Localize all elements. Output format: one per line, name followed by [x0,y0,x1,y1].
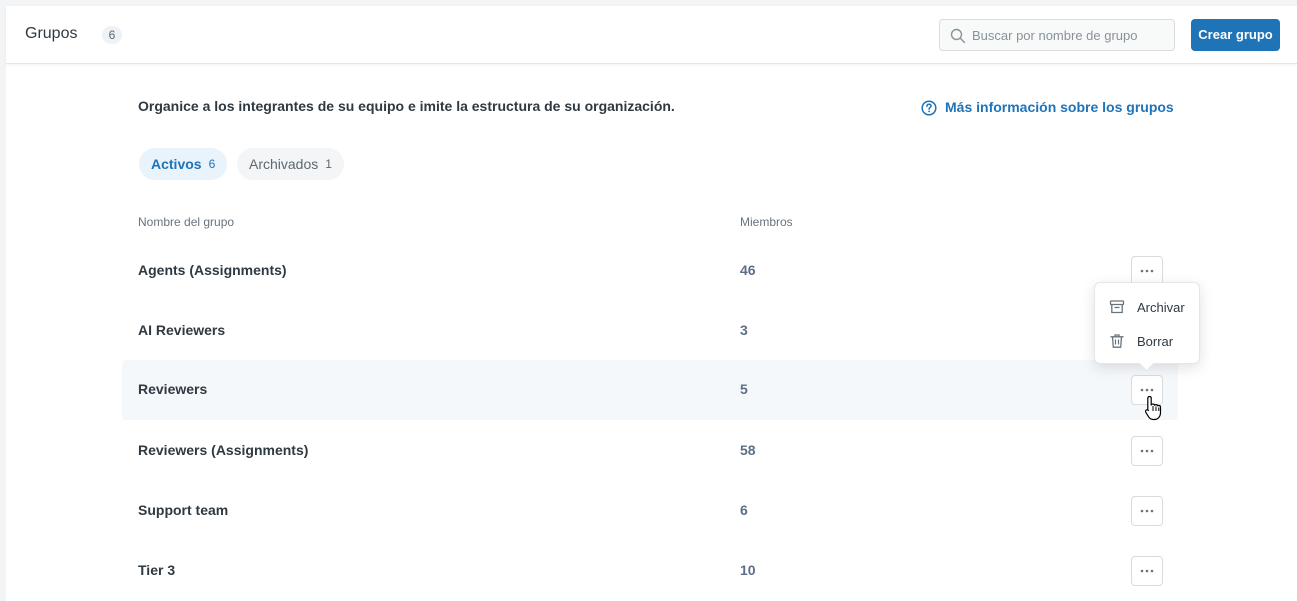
menu-item-delete-label: Borrar [1137,333,1174,349]
member-count: 3 [740,322,748,338]
more-info-link-label: Más información sobre los grupos [945,99,1174,115]
member-count: 6 [740,502,748,518]
more-horizontal-icon [1140,449,1154,453]
group-name[interactable]: AI Reviewers [138,322,225,338]
table-row[interactable]: Support team 6 [122,481,1178,541]
table-row[interactable]: Reviewers (Assignments) 58 [122,421,1178,481]
menu-item-archive[interactable]: Archivar [1109,299,1185,315]
member-count: 46 [740,262,756,278]
group-name[interactable]: Reviewers (Assignments) [138,442,308,458]
hand-cursor-icon [1144,395,1162,421]
create-group-button[interactable]: Crear grupo [1191,19,1280,51]
tab-active-count: 6 [208,157,216,171]
more-horizontal-icon [1140,388,1154,392]
archive-icon [1109,300,1125,314]
column-header-members[interactable]: Miembros [740,215,793,229]
window-left-edge [0,0,6,601]
tab-archived-label: Archivados [249,156,319,172]
group-search[interactable] [939,19,1175,51]
search-icon [950,28,966,44]
row-actions-button[interactable] [1131,556,1163,586]
group-name[interactable]: Reviewers [138,381,207,397]
more-horizontal-icon [1140,509,1154,513]
page-header: Grupos 6 Crear grupo [6,6,1297,64]
member-count: 5 [740,381,748,397]
menu-item-archive-label: Archivar [1137,299,1185,315]
menu-item-delete[interactable]: Borrar [1109,333,1173,349]
row-actions-button[interactable] [1131,496,1163,526]
row-actions-menu: Archivar Borrar [1094,282,1200,364]
member-count: 10 [740,562,756,578]
table-row[interactable]: Reviewers 5 [122,360,1178,420]
tab-active-label: Activos [151,156,202,172]
more-horizontal-icon [1140,569,1154,573]
tab-archived-count: 1 [325,157,332,171]
groups-count-badge: 6 [102,26,122,44]
group-name[interactable]: Agents (Assignments) [138,262,287,278]
page-title: Grupos [25,25,78,42]
table-row[interactable]: Agents (Assignments) 46 [122,241,1178,301]
tab-active[interactable]: Activos 6 [139,148,228,180]
search-input[interactable] [972,20,1172,50]
table-row[interactable]: AI Reviewers 3 [122,301,1178,361]
row-actions-button[interactable] [1131,436,1163,466]
group-name[interactable]: Support team [138,502,228,518]
member-count: 58 [740,442,756,458]
tab-archived[interactable]: Archivados 1 [237,148,344,180]
column-header-name[interactable]: Nombre del grupo [138,215,234,229]
more-horizontal-icon [1140,269,1154,273]
trash-icon [1110,334,1124,348]
more-info-link[interactable]: Más información sobre los grupos [921,98,1174,116]
table-row[interactable]: Tier 3 10 [122,541,1178,601]
page-description: Organice a los integrantes de su equipo … [138,98,675,114]
group-name[interactable]: Tier 3 [138,562,175,578]
help-circle-icon [921,100,937,116]
